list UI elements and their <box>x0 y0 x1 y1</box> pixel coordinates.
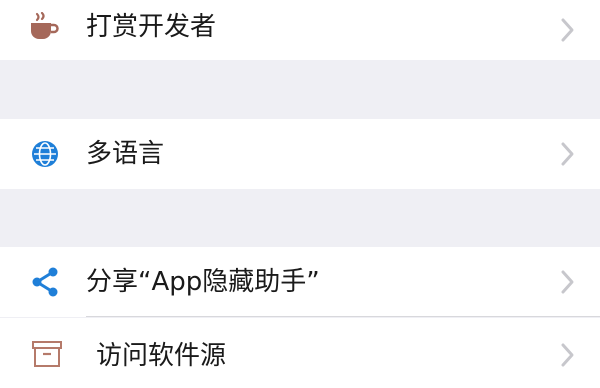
settings-row-label: 访问软件源 <box>96 341 227 371</box>
chevron-right-icon <box>561 270 574 294</box>
settings-row-label: 分享“App隐藏助手” <box>86 267 320 297</box>
settings-row-tip-developer[interactable]: 打赏开发者 <box>0 0 600 60</box>
settings-row-label: 多语言 <box>86 139 165 169</box>
share-icon <box>31 267 59 301</box>
globe-icon <box>31 140 59 172</box>
settings-row-label: 打赏开发者 <box>86 12 217 42</box>
settings-row-visit-source[interactable]: 访问软件源 <box>0 318 600 388</box>
settings-row-share[interactable]: 分享“App隐藏助手” <box>0 247 600 317</box>
row-divider <box>86 316 600 317</box>
coffee-cup-icon <box>28 11 60 46</box>
archive-box-icon <box>32 340 62 372</box>
chevron-right-icon <box>561 142 574 166</box>
chevron-right-icon <box>561 343 574 367</box>
settings-row-language[interactable]: 多语言 <box>0 119 600 189</box>
chevron-right-icon <box>561 18 574 42</box>
